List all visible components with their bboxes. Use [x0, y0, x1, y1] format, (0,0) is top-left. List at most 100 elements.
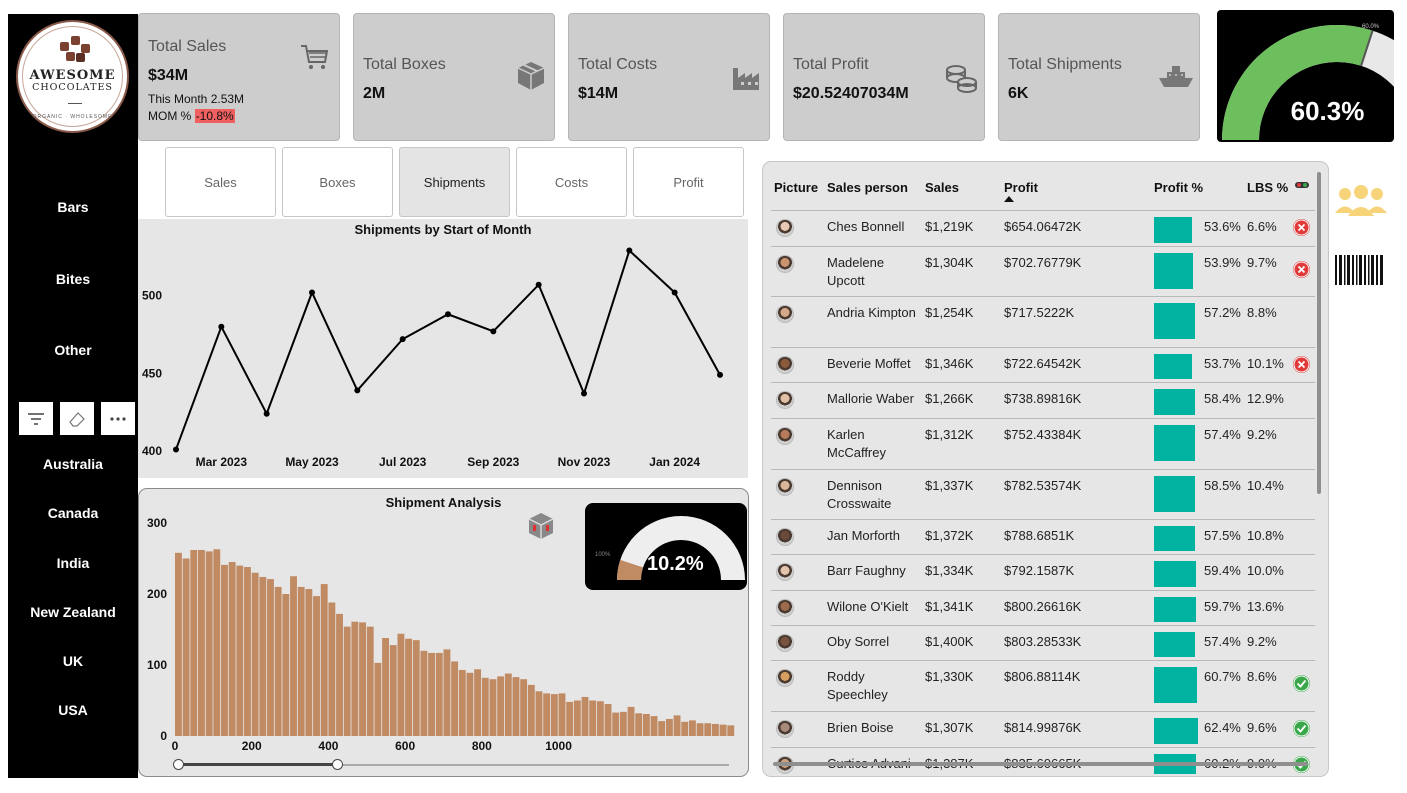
histogram-bar[interactable] [704, 723, 712, 736]
data-point[interactable] [626, 247, 633, 254]
histogram-bar[interactable] [328, 602, 336, 736]
histogram-bar[interactable] [619, 711, 627, 736]
histogram-bar[interactable] [182, 558, 190, 737]
histogram-bar[interactable] [665, 718, 673, 736]
table-row[interactable]: Jan Morforth $1,372K $788.6851K 57.5% 10.8% [771, 519, 1315, 554]
histogram-bar[interactable] [550, 694, 558, 736]
histogram-bar[interactable] [274, 586, 282, 736]
data-point[interactable] [717, 371, 723, 378]
histogram-bar[interactable] [366, 626, 374, 736]
histogram-bar[interactable] [458, 669, 466, 736]
data-point[interactable] [671, 289, 678, 296]
data-point[interactable] [399, 336, 406, 343]
histogram-bar[interactable] [520, 679, 528, 736]
histogram-bar[interactable] [566, 701, 574, 736]
histogram-bar[interactable] [543, 693, 551, 736]
data-point[interactable] [445, 311, 451, 318]
histogram-bar[interactable] [251, 572, 259, 736]
histogram-bar[interactable] [589, 700, 597, 737]
histogram-bar[interactable] [428, 652, 436, 736]
tab-profit[interactable]: Profit [633, 147, 744, 217]
histogram-bar[interactable] [198, 549, 205, 736]
country-india[interactable]: India [8, 555, 138, 571]
data-point[interactable] [309, 289, 315, 296]
histogram-bar[interactable] [389, 645, 397, 736]
histogram-bar[interactable] [190, 549, 198, 736]
histogram-bar[interactable] [443, 649, 451, 736]
country-new-zealand[interactable]: New Zealand [8, 604, 138, 620]
tab-sales[interactable]: Sales [165, 147, 276, 217]
histogram-bar[interactable] [435, 652, 443, 736]
table-row[interactable]: Andria Kimpton $1,254K $717.5222K 57.2% 8.8% [771, 296, 1315, 347]
data-point[interactable] [263, 410, 270, 417]
histogram-bar[interactable] [512, 677, 520, 736]
histogram-bar[interactable] [658, 721, 666, 736]
data-point[interactable] [535, 281, 542, 288]
table-row[interactable]: Brien Boise $1,307K $814.99876K 62.4% 9.6% [771, 711, 1315, 747]
histogram-bar[interactable] [228, 562, 236, 736]
histogram-bar[interactable] [297, 586, 305, 736]
filter-button[interactable] [19, 402, 53, 435]
histogram-bar[interactable] [535, 691, 543, 736]
histogram-bar[interactable] [558, 693, 566, 736]
histogram-bar[interactable] [359, 622, 366, 736]
histogram-bar[interactable] [221, 564, 228, 736]
histogram-bar[interactable] [489, 679, 497, 736]
histogram-bar[interactable] [727, 725, 735, 736]
column-header-picture[interactable]: Picture [774, 180, 818, 195]
histogram-bar[interactable] [696, 723, 704, 736]
filter-bites[interactable]: Bites [8, 271, 138, 287]
histogram-bar[interactable] [719, 724, 727, 736]
table-horizontal-scrollbar[interactable] [773, 762, 1308, 766]
histogram-bar[interactable] [497, 676, 505, 736]
histogram-bar[interactable] [681, 721, 689, 736]
histogram-bar[interactable] [205, 551, 213, 736]
histogram-bar[interactable] [581, 696, 589, 736]
histogram-bar[interactable] [259, 576, 267, 736]
country-canada[interactable]: Canada [8, 505, 138, 521]
histogram-bar[interactable] [290, 576, 297, 736]
table-row[interactable]: Oby Sorrel $1,400K $803.28533K 57.4% 9.2% [771, 625, 1315, 660]
histogram-bar[interactable] [650, 716, 658, 736]
data-point[interactable] [218, 323, 225, 330]
column-header-sales[interactable]: Sales [925, 180, 959, 195]
country-uk[interactable]: UK [8, 653, 138, 669]
clear-filters-button[interactable] [60, 402, 94, 435]
histogram-bar[interactable] [244, 567, 251, 736]
sort-ascending-icon[interactable] [1004, 196, 1014, 202]
histogram-bar[interactable] [397, 633, 405, 736]
histogram-bar[interactable] [305, 589, 313, 736]
histogram-bar[interactable] [374, 662, 382, 736]
histogram-bar[interactable] [236, 565, 244, 736]
team-icon[interactable] [1333, 183, 1389, 221]
table-vertical-scrollbar[interactable] [1317, 172, 1321, 494]
histogram-bar[interactable] [175, 552, 182, 736]
filter-bars[interactable]: Bars [8, 199, 138, 215]
barcode-icon[interactable] [1335, 255, 1385, 285]
histogram-bar[interactable] [466, 672, 474, 736]
table-row[interactable]: Karlen McCaffrey $1,312K $752.43384K 57.4% 9… [771, 418, 1315, 469]
range-slider-handle-max[interactable] [332, 759, 343, 770]
histogram-bar[interactable] [711, 723, 719, 736]
table-row[interactable]: Madelene Upcott $1,304K $702.76779K 53.9% 9.… [771, 246, 1315, 296]
histogram-bar[interactable] [451, 661, 459, 736]
histogram-bar[interactable] [282, 594, 290, 736]
range-slider-handle-min[interactable] [173, 759, 184, 770]
histogram-bar[interactable] [351, 621, 359, 736]
data-point[interactable] [581, 390, 587, 397]
histogram-bar[interactable] [504, 673, 512, 736]
column-header-sales-person[interactable]: Sales person [827, 180, 908, 195]
histogram-bar[interactable] [688, 720, 696, 736]
data-point[interactable] [490, 328, 497, 335]
more-options-button[interactable] [101, 402, 135, 435]
histogram-bar[interactable] [642, 713, 650, 736]
country-usa[interactable]: USA [8, 702, 138, 718]
histogram-bar[interactable] [573, 700, 581, 737]
histogram-bar[interactable] [635, 713, 643, 736]
histogram-bar[interactable] [313, 596, 320, 736]
column-header-profit-pct[interactable]: Profit % [1154, 180, 1203, 195]
column-header-profit[interactable]: Profit [1004, 180, 1038, 195]
histogram-bar[interactable] [474, 669, 482, 736]
histogram-bar[interactable] [412, 640, 420, 736]
tab-boxes[interactable]: Boxes [282, 147, 393, 217]
